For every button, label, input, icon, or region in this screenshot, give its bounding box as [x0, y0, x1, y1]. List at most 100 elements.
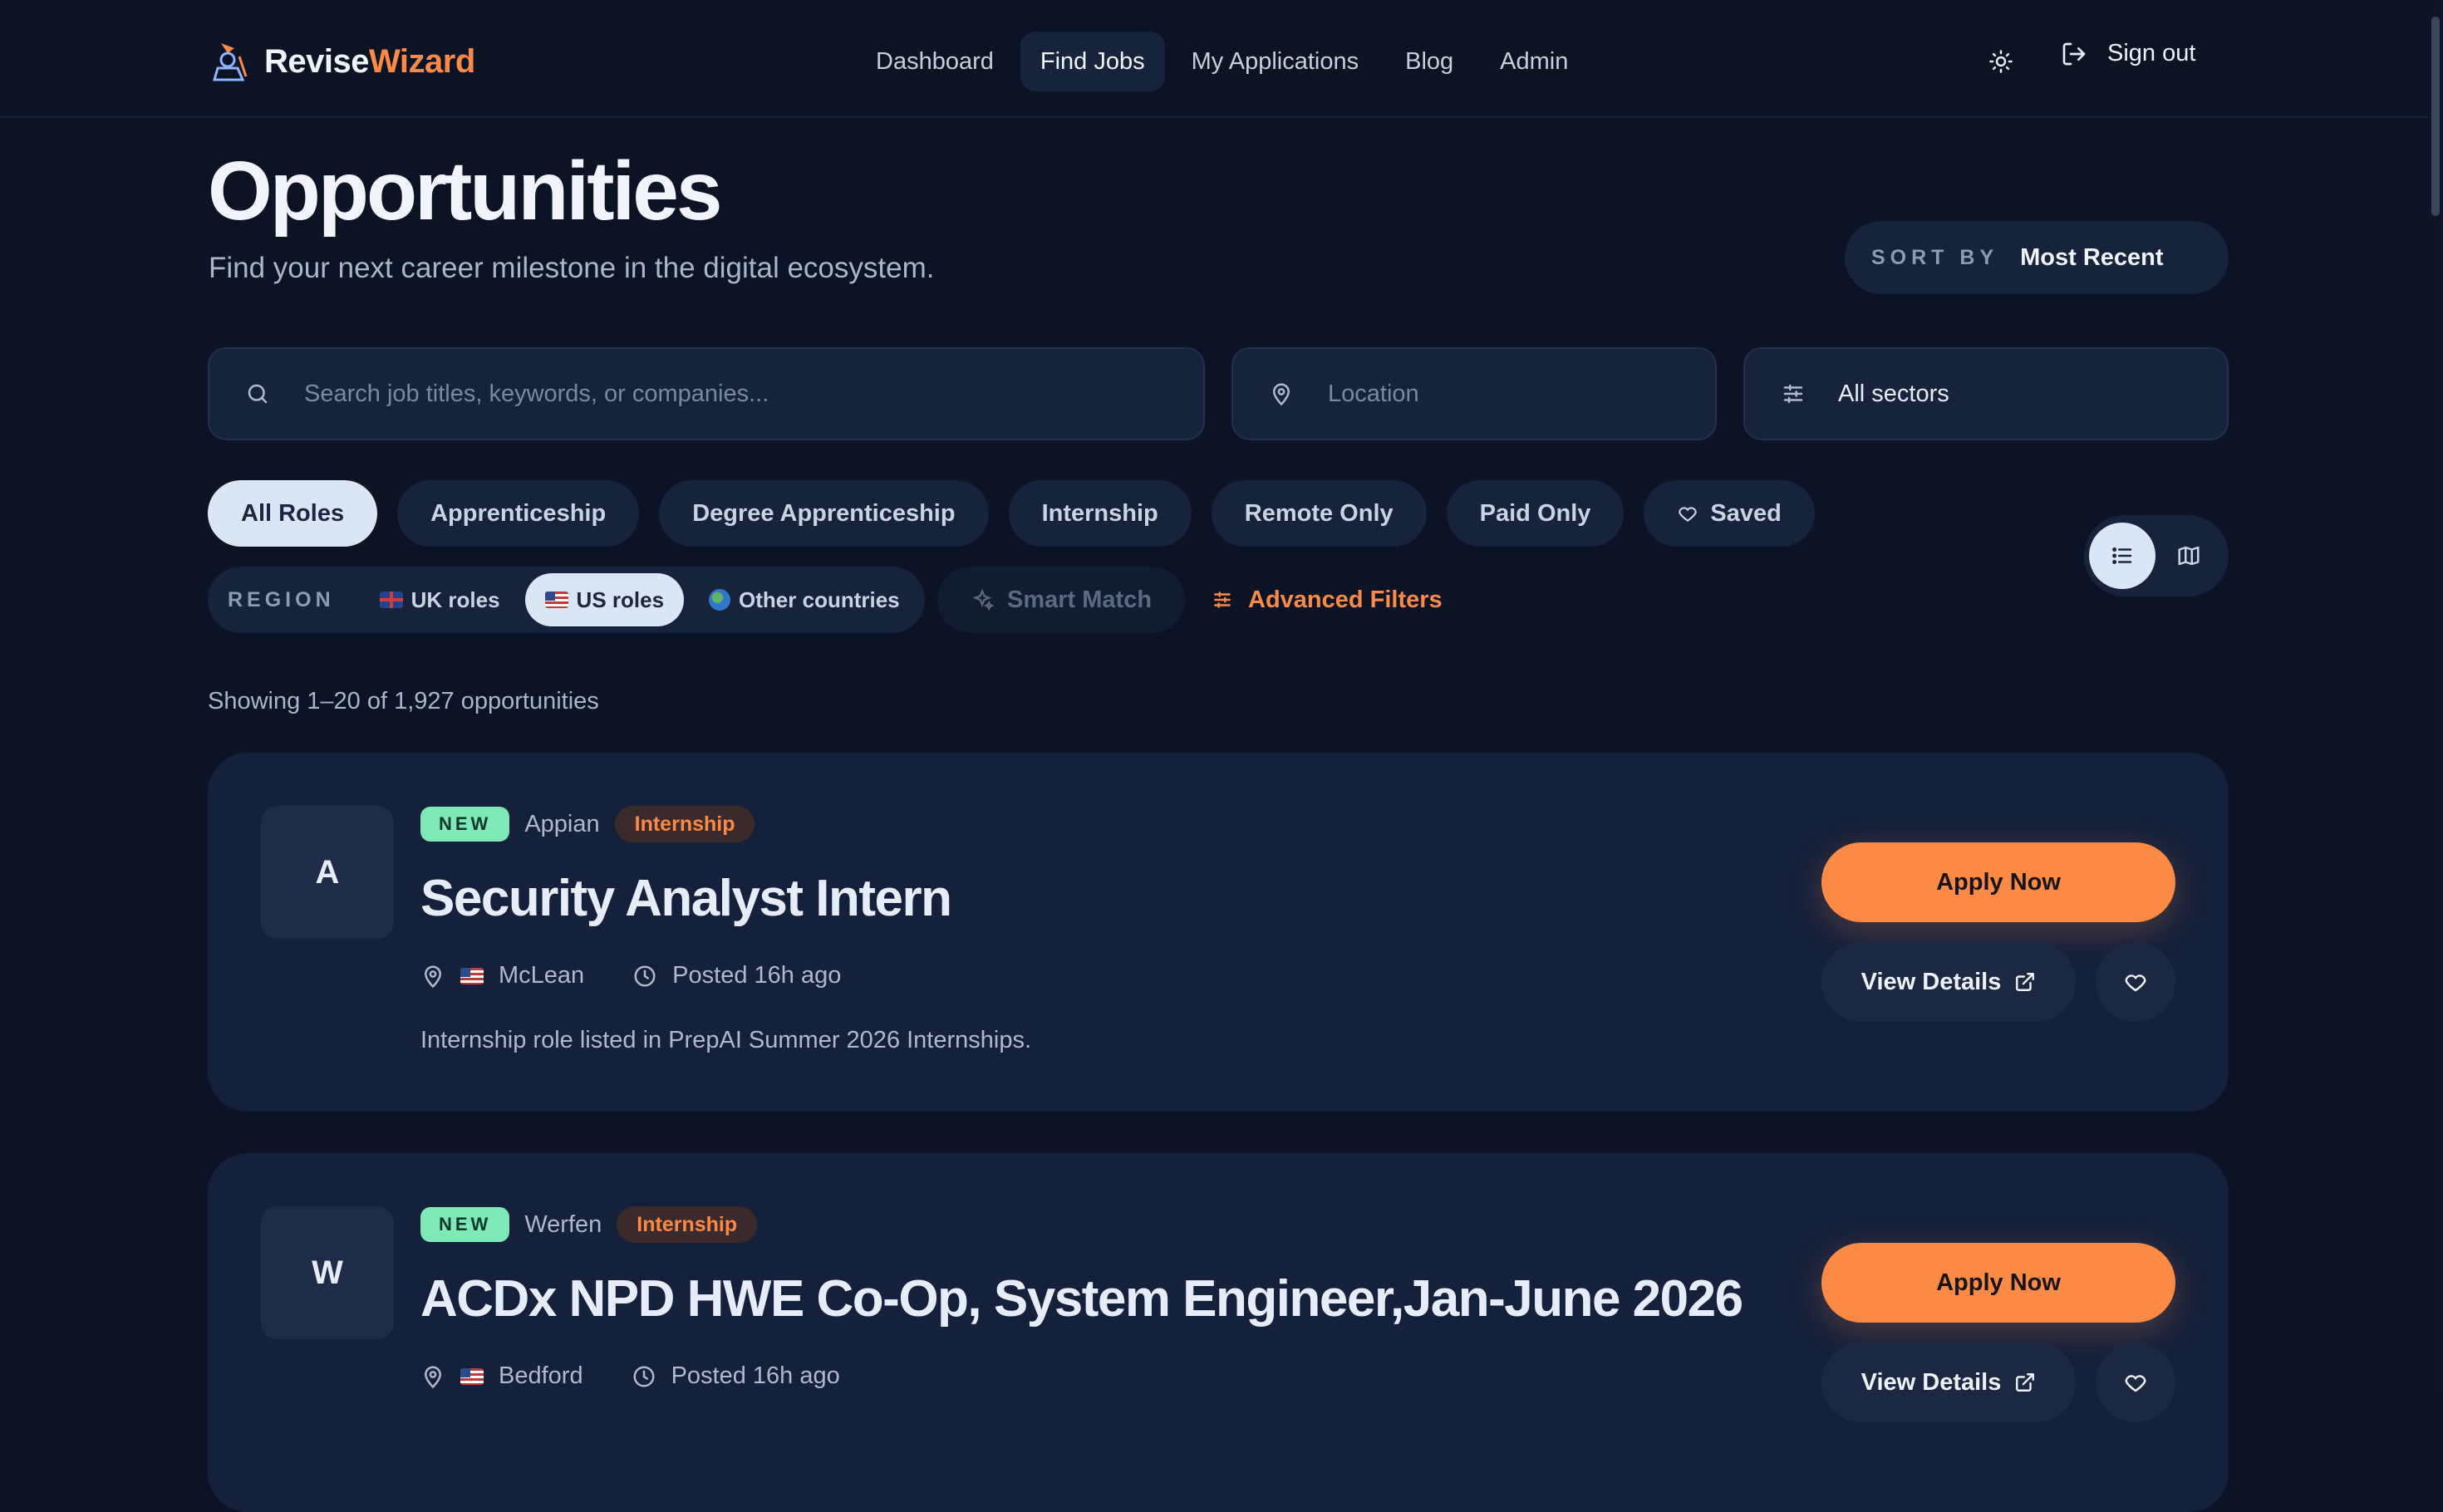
location-pin-icon	[424, 965, 442, 988]
company-name: Werfen	[524, 1210, 602, 1238]
apply-now-button[interactable]: Apply Now	[1821, 842, 2175, 922]
view-details-button[interactable]: View Details	[1821, 1343, 2076, 1422]
heart-icon	[1679, 507, 1698, 522]
job-card: W NEW Werfen Internship ACDx NPD HWE Co-…	[208, 1153, 2229, 1512]
region-us-label: US roles	[576, 587, 665, 612]
page-scrollbar[interactable]	[2428, 0, 2443, 1392]
map-view-button[interactable]	[2155, 523, 2222, 589]
role-filter-chips: All Roles Apprenticeship Degree Apprenti…	[208, 480, 1815, 547]
brand-logo-link[interactable]: ReviseWizard	[209, 40, 475, 83]
save-job-button[interactable]	[2096, 1343, 2175, 1422]
keyword-search-box	[208, 347, 1205, 440]
nav-find-jobs[interactable]: Find Jobs	[1020, 32, 1165, 91]
advanced-filters-button[interactable]: Advanced Filters	[1212, 582, 1443, 618]
advanced-filters-label: Advanced Filters	[1248, 586, 1443, 613]
sector-select[interactable]: All sectors	[1743, 347, 2229, 440]
location-pin-icon	[1265, 381, 1298, 406]
smart-match-label: Smart Match	[1007, 586, 1153, 613]
location-search-box	[1231, 347, 1717, 440]
chip-paid-only[interactable]: Paid Only	[1446, 480, 1625, 547]
results-count: Showing 1–20 of 1,927 opportunities	[208, 688, 599, 714]
us-flag-icon	[460, 967, 484, 984]
region-us[interactable]: US roles	[524, 573, 685, 626]
nav-blog[interactable]: Blog	[1385, 32, 1473, 91]
new-badge: NEW	[420, 807, 510, 842]
posted-time: Posted 16h ago	[672, 962, 842, 989]
job-meta: McLean Posted 16h ago	[420, 962, 841, 989]
list-icon	[2112, 547, 2132, 564]
sun-icon	[1989, 50, 2013, 73]
globe-icon	[709, 589, 731, 611]
uk-flag-icon	[379, 592, 403, 608]
scrollbar-thumb[interactable]	[2431, 17, 2440, 216]
view-details-button[interactable]: View Details	[1821, 942, 2076, 1022]
job-title[interactable]: Security Analyst Intern	[420, 869, 952, 928]
sort-label: SORT BY	[1871, 245, 1999, 269]
list-view-button[interactable]	[2089, 523, 2155, 589]
chip-saved-label: Saved	[1710, 499, 1782, 527]
job-description: Internship role listed in PrepAI Summer …	[420, 1027, 1032, 1053]
sliders-icon	[1777, 381, 1810, 406]
logout-icon	[2062, 42, 2086, 65]
chip-internship[interactable]: Internship	[1008, 480, 1192, 547]
apply-now-button[interactable]: Apply Now	[1821, 1243, 2175, 1323]
job-type-badge: Internship	[614, 806, 755, 842]
job-tags: NEW Appian Internship	[420, 806, 755, 842]
nav-admin[interactable]: Admin	[1480, 32, 1588, 91]
sort-dropdown[interactable]: SORT BY Most Recent	[1845, 221, 2229, 294]
job-title[interactable]: ACDx NPD HWE Co-Op, System Engineer,Jan-…	[420, 1269, 1743, 1328]
view-toggle	[2084, 515, 2229, 596]
clock-icon	[633, 1366, 655, 1387]
view-details-label: View Details	[1861, 968, 2002, 995]
wizard-logo-icon	[209, 40, 249, 83]
heart-icon	[2125, 1375, 2146, 1392]
theme-toggle-button[interactable]	[1981, 42, 2021, 81]
job-location: McLean	[499, 962, 585, 989]
chip-all-roles[interactable]: All Roles	[208, 480, 378, 547]
company-avatar: W	[261, 1206, 394, 1339]
page-title: Opportunities	[208, 145, 723, 238]
top-navbar: ReviseWizard Dashboard Find Jobs My Appl…	[0, 0, 2443, 118]
job-meta: Bedford Posted 16h ago	[420, 1362, 840, 1390]
company-avatar: A	[261, 806, 394, 939]
us-flag-icon	[544, 592, 568, 608]
external-link-icon	[2016, 973, 2035, 991]
brand-name: ReviseWizard	[264, 42, 475, 80]
sector-value: All sectors	[1838, 380, 1949, 407]
search-icon	[241, 381, 274, 406]
job-type-badge: Internship	[617, 1206, 758, 1243]
job-card: A NEW Appian Internship Security Analyst…	[208, 753, 2229, 1112]
location-pin-icon	[424, 1366, 442, 1388]
smart-match-button[interactable]: Smart Match	[937, 567, 1186, 633]
new-badge: NEW	[420, 1207, 510, 1242]
region-uk[interactable]: UK roles	[360, 573, 520, 626]
region-filter: REGION UK roles US roles Other countries	[208, 567, 925, 633]
region-other[interactable]: Other countries	[689, 573, 920, 626]
job-tags: NEW Werfen Internship	[420, 1206, 758, 1243]
job-location: Bedford	[499, 1362, 583, 1389]
region-uk-label: UK roles	[410, 587, 500, 612]
clock-icon	[634, 965, 656, 986]
company-name: Appian	[524, 810, 600, 837]
map-icon	[2178, 546, 2200, 566]
page-subtitle: Find your next career milestone in the d…	[209, 252, 935, 284]
chip-saved[interactable]: Saved	[1644, 480, 1815, 547]
chip-apprenticeship[interactable]: Apprenticeship	[397, 480, 640, 547]
search-input[interactable]	[302, 379, 1101, 409]
external-link-icon	[2016, 1373, 2035, 1392]
posted-time: Posted 16h ago	[671, 1362, 840, 1389]
us-flag-icon	[460, 1367, 484, 1385]
sign-out-label: Sign out	[2107, 40, 2196, 66]
main-nav: Dashboard Find Jobs My Applications Blog…	[856, 32, 1588, 91]
heart-icon	[2125, 974, 2146, 992]
location-input[interactable]	[1326, 379, 1715, 409]
chip-remote-only[interactable]: Remote Only	[1211, 480, 1427, 547]
chip-degree-apprenticeship[interactable]: Degree Apprenticeship	[659, 480, 989, 547]
region-other-label: Other countries	[739, 587, 900, 612]
save-job-button[interactable]	[2096, 942, 2175, 1022]
sign-out-button[interactable]: Sign out	[2061, 40, 2195, 67]
region-label: REGION	[228, 587, 335, 611]
filter-sliders-icon	[1214, 592, 1231, 608]
nav-dashboard[interactable]: Dashboard	[856, 32, 1014, 91]
nav-my-applications[interactable]: My Applications	[1172, 32, 1379, 91]
